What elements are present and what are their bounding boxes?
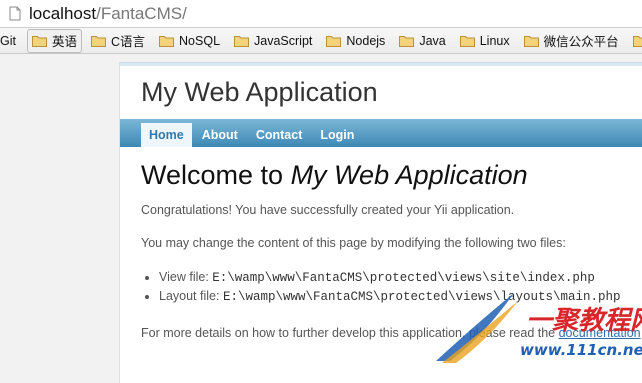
heading-prefix: Welcome to [141, 160, 291, 190]
congrats-text: Congratulations! You have successfully c… [141, 202, 515, 217]
watermark-swoosh [436, 293, 514, 361]
bookmark-label: Java [419, 33, 446, 48]
watermark-brand: 一聚教程网 [526, 306, 642, 336]
url-text[interactable]: localhost/FantaCMS/ [29, 4, 187, 24]
bookmark-folder-javascript[interactable]: JavaScript [229, 30, 317, 52]
bookmark-label: Nodejs [346, 33, 386, 48]
list-item: View file: E:\wamp\www\FantaCMS\protecte… [159, 268, 642, 287]
folder-icon [459, 35, 475, 47]
bookmark-folder-nodejs[interactable]: Nodejs [321, 30, 390, 52]
file-label: View file: [159, 269, 213, 284]
bookmarks-bar: Git 英语 C语言 NoSQL JavaScript Nodejs Java … [0, 28, 642, 54]
bookmark-folder-linux[interactable]: Linux [455, 30, 515, 52]
bookmark-label: NoSQL [179, 33, 221, 48]
bookmark-folder-wechat[interactable]: 微信公众平台 [519, 30, 624, 52]
file-path: E:\wamp\www\FantaCMS\protected\views\sit… [212, 270, 595, 285]
watermark-logo: 一聚教程网 www.111cn.net [436, 293, 642, 363]
url-path: /FantaCMS/ [96, 3, 187, 23]
folder-icon [31, 35, 47, 47]
folder-icon [91, 35, 106, 47]
page-icon [9, 6, 21, 21]
page-heading: Welcome to My Web Application [141, 159, 642, 193]
bookmark-label: 微信公众平台 [543, 35, 619, 49]
folder-icon [399, 35, 415, 47]
menu-item-about[interactable]: About [194, 123, 246, 147]
watermark-domain: www.111cn.net [520, 341, 642, 359]
main-menu: Home About Contact Login [120, 119, 642, 147]
site-logo: My Web Application [141, 77, 378, 107]
bookmark-folder-c[interactable]: C语言 [86, 30, 150, 52]
folder-icon [234, 35, 250, 47]
folder-icon [326, 35, 342, 47]
bookmark-folder-nosql[interactable]: NoSQL [154, 30, 225, 52]
file-label: Layout file: [159, 288, 223, 303]
bookmark-label: 英语 [51, 35, 77, 49]
folder-icon [523, 35, 539, 47]
address-bar[interactable]: localhost/FantaCMS/ [0, 0, 642, 28]
bookmark-folder-php[interactable]: PH [628, 30, 642, 52]
bookmark-label: Linux [479, 33, 510, 48]
bookmark-git[interactable]: Git [0, 30, 21, 52]
menu-item-contact[interactable]: Contact [248, 123, 311, 147]
bookmark-label: JavaScript [254, 33, 313, 48]
url-host: localhost [29, 3, 97, 23]
folder-icon [632, 35, 642, 47]
bookmark-label: C语言 [111, 35, 146, 49]
bookmark-label: Git [0, 33, 16, 48]
intro-text: You may change the content of this page … [141, 235, 566, 250]
bookmark-folder-java[interactable]: Java [394, 30, 450, 52]
heading-app-name: My Web Application [290, 160, 528, 190]
bookmark-folder-english[interactable]: 英语 [26, 28, 82, 53]
menu-item-login[interactable]: Login [312, 123, 362, 147]
folder-icon [159, 35, 175, 47]
site-header: My Web Application [120, 63, 642, 119]
menu-item-home[interactable]: Home [141, 123, 192, 147]
